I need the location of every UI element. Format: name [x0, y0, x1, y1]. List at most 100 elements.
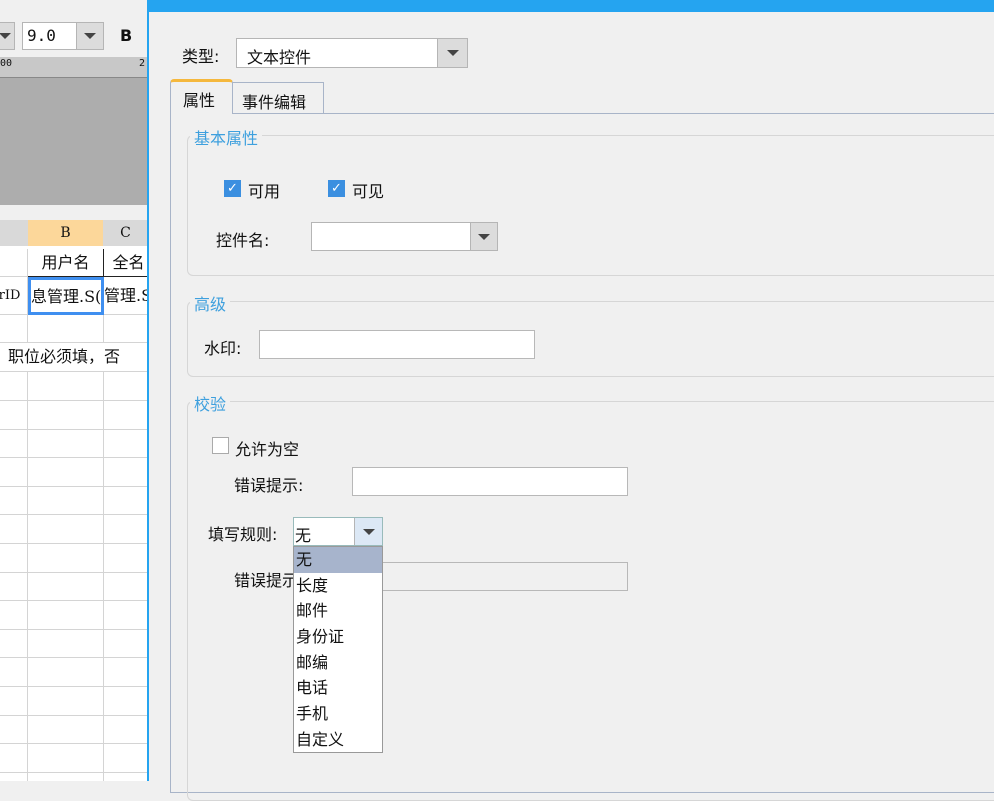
type-label: 类型: [182, 47, 220, 66]
grid-cell[interactable] [28, 686, 104, 716]
column-c[interactable]: C [104, 220, 147, 246]
grid-cell[interactable] [104, 544, 147, 573]
visible-label: 可见 [352, 182, 385, 201]
grid-cell[interactable] [0, 249, 28, 277]
grid-cell[interactable] [28, 600, 104, 630]
bold-button[interactable]: B [120, 26, 132, 45]
fill-rule-option[interactable]: 长度 [294, 573, 382, 599]
grid-cell[interactable] [28, 372, 104, 401]
grid-cell[interactable] [104, 658, 147, 687]
fill-rule-option[interactable]: 无 [294, 547, 382, 573]
error-hint-input-2 [382, 562, 628, 591]
grid-cell[interactable] [0, 658, 28, 687]
grid-cell[interactable] [0, 686, 28, 716]
widget-settings-dialog: 类型: 文本控件 属性 事件编辑 基本属性 ✓ 可用 ✓ 可见 控件名: 高级 … [147, 0, 994, 801]
fill-rule-select[interactable]: 无 [293, 517, 383, 546]
grid-cell[interactable] [104, 401, 147, 430]
grid-cell[interactable] [28, 572, 104, 602]
allow-empty-checkbox[interactable] [212, 437, 229, 454]
grid-cell[interactable] [104, 429, 147, 459]
tab-label: 事件编辑 [242, 93, 307, 112]
font-combo[interactable] [0, 22, 15, 50]
fill-rule-dropdown: 无长度 邮件 身份证 邮编 电话 手机 自定义 [293, 546, 383, 753]
dialog-title-bar[interactable] [149, 0, 994, 12]
grid-cell[interactable] [104, 572, 147, 602]
grid-cell[interactable] [0, 772, 28, 781]
type-select[interactable]: 文本控件 [236, 38, 468, 68]
enabled-label: 可用 [248, 182, 281, 201]
chevron-down-icon [437, 39, 467, 67]
watermark-input[interactable] [259, 330, 535, 359]
grid-cell[interactable] [104, 458, 147, 487]
grid-cell[interactable] [0, 600, 28, 630]
fill-rule-option[interactable]: 自定义 [294, 727, 382, 753]
grid-cell[interactable] [0, 372, 28, 401]
chevron-down-icon [470, 223, 497, 250]
grid-cell[interactable] [0, 457, 28, 487]
grid-cell[interactable] [104, 744, 147, 773]
cell-b2-selected[interactable]: 息管理.S( [28, 277, 104, 315]
tab-event-edit[interactable]: 事件编辑 [232, 82, 324, 113]
grid-cell[interactable] [28, 658, 104, 687]
grid-cell[interactable] [28, 400, 104, 430]
fill-rule-option[interactable]: 邮编 [294, 650, 382, 676]
tab-properties[interactable]: 属性 [170, 79, 233, 114]
error-hint-label: 错误提示: [234, 476, 304, 495]
enabled-checkbox[interactable]: ✓ [224, 180, 241, 197]
ruler: 00 2 [0, 57, 147, 78]
fill-rule-option[interactable]: 身份证 [294, 624, 382, 650]
font-size-value: 9.0 [27, 26, 56, 45]
grid-cell[interactable] [104, 687, 147, 716]
fill-rule-option[interactable]: 电话 [294, 675, 382, 701]
column-b[interactable]: B [28, 220, 103, 246]
grid-cell[interactable] [0, 515, 28, 544]
widget-name-combo[interactable] [311, 222, 498, 251]
grid-cell[interactable] [104, 315, 147, 343]
error-hint-input[interactable] [352, 467, 628, 496]
visible-checkbox[interactable]: ✓ [328, 180, 345, 197]
grid-cell[interactable] [104, 486, 147, 516]
chevron-down-icon [354, 518, 382, 545]
grid-cell[interactable] [104, 772, 147, 781]
grid-cell[interactable] [0, 400, 28, 430]
grid-cell[interactable] [28, 772, 104, 781]
grid-cell[interactable] [0, 629, 28, 659]
basic-properties-group [187, 135, 994, 276]
grid-cell[interactable] [28, 629, 104, 659]
grid-cell[interactable] [104, 372, 147, 401]
grid-cell[interactable] [104, 629, 147, 659]
page-area [0, 78, 147, 205]
font-size-combo[interactable]: 9.0 [22, 22, 104, 50]
cell-c1[interactable]: 全名 [104, 249, 147, 277]
grid-cell[interactable] [0, 486, 28, 516]
grid-cell[interactable] [28, 715, 104, 745]
grid-cell[interactable] [28, 315, 104, 343]
column-header: B C [0, 220, 147, 246]
cell-b1[interactable]: 用户名 [28, 249, 104, 277]
grid-cell[interactable] [28, 429, 104, 459]
cell-note[interactable]: 、职位必须填，否 [0, 343, 147, 372]
grid-cell[interactable] [104, 715, 147, 745]
grid-cell[interactable] [28, 543, 104, 573]
basic-properties-legend: 基本属性 [190, 125, 263, 149]
grid-cell[interactable] [28, 457, 104, 487]
grid-cell[interactable] [104, 601, 147, 630]
grid-cell[interactable] [0, 543, 28, 573]
grid-cell[interactable] [0, 315, 28, 343]
fill-rule-option[interactable]: 邮件 [294, 598, 382, 624]
spreadsheet-panel: 9.0 B 00 2 B C 用户名 全名 rID 管理.S 息管理.S( 、职… [0, 0, 147, 781]
grid-cell[interactable] [104, 515, 147, 544]
fill-rule-option[interactable]: 手机 [294, 701, 382, 727]
grid-cell[interactable] [0, 429, 28, 459]
grid-cell[interactable] [0, 743, 28, 773]
cell-a2[interactable]: rID [0, 277, 28, 315]
grid-cell[interactable] [28, 743, 104, 773]
widget-name-label: 控件名: [216, 231, 270, 250]
grid-cell[interactable] [28, 515, 104, 544]
grid-cell[interactable] [0, 715, 28, 745]
grid-cell[interactable] [0, 572, 28, 602]
fill-rule-label: 填写规则: [208, 525, 278, 544]
tab-label: 属性 [183, 91, 216, 110]
cell-c2[interactable]: 管理.S [104, 277, 147, 315]
grid-cell[interactable] [28, 486, 104, 516]
